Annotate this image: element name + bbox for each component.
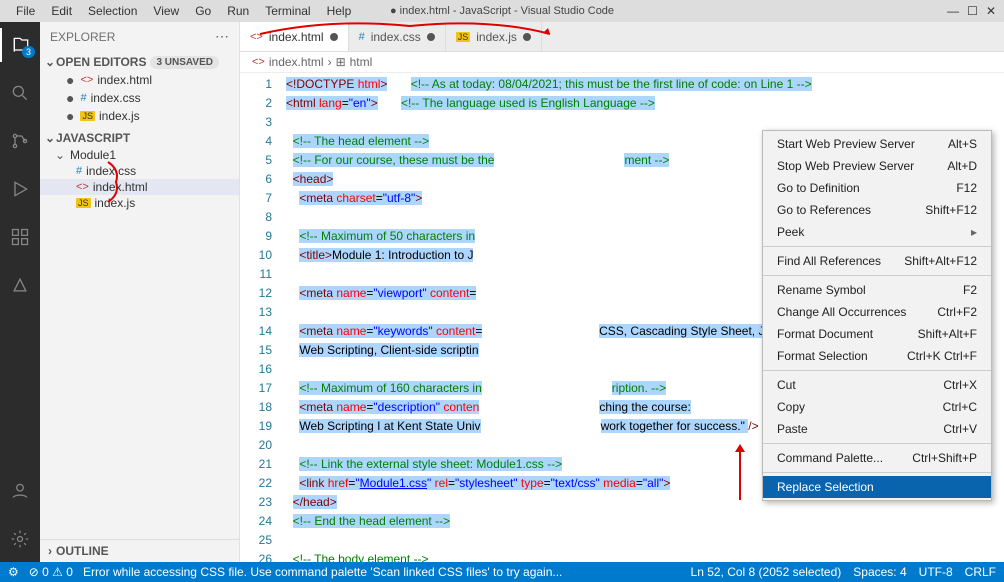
css-icon: # [80,92,86,104]
cursor-position[interactable]: Ln 52, Col 8 (2052 selected) [691,565,842,579]
menu-item[interactable]: Find All ReferencesShift+Alt+F12 [763,250,991,272]
open-editor-item[interactable]: ●<>index.html [40,71,239,89]
dirty-dot-icon [330,33,338,41]
menu-bar: FileEditSelectionViewGoRunTerminal Help [4,2,357,20]
explorer-icon[interactable]: 3 [0,28,40,62]
html-icon: <> [76,181,89,193]
css-icon: # [359,31,365,43]
window-controls: — ☐ ✕ [947,4,1000,18]
explorer-badge: 3 [22,46,35,58]
menu-item[interactable]: CutCtrl+X [763,374,991,396]
tab-index-html[interactable]: <>index.html [240,22,349,51]
menu-item[interactable]: Peek▸ [763,221,991,243]
menu-item[interactable]: Go to ReferencesShift+F12 [763,199,991,221]
window-title: ● index.html - JavaScript - Visual Studi… [390,5,614,17]
menu-run[interactable]: Run [221,2,255,20]
menu-item[interactable]: Format SelectionCtrl+K Ctrl+F [763,345,991,367]
maximize-icon[interactable]: ☐ [967,4,978,18]
menu-edit[interactable]: Edit [45,2,78,20]
status-bar: ⚙ ⊘ 0 ⚠ 0 Error while accessing CSS file… [0,562,1004,582]
menu-separator [763,443,991,444]
breadcrumb[interactable]: <> index.html › ⊞ html [240,52,1004,73]
js-icon: JS [80,111,95,121]
status-error[interactable]: Error while accessing CSS file. Use comm… [83,565,562,579]
menu-item[interactable]: Start Web Preview ServerAlt+S [763,133,991,155]
close-icon[interactable]: ✕ [986,4,996,18]
html-icon: <> [250,31,263,43]
azure-icon[interactable] [0,268,40,302]
menu-item[interactable]: Command Palette...Ctrl+Shift+P [763,447,991,469]
sidebar: EXPLORER ⋯ ⌄ OPEN EDITORS 3 UNSAVED ● <>i… [40,22,240,562]
menu-item[interactable]: Rename SymbolF2 [763,279,991,301]
html-icon: <> [252,56,265,68]
tab-index-js[interactable]: JSindex.js [446,22,542,51]
menu-separator [763,275,991,276]
menu-item[interactable]: CopyCtrl+C [763,396,991,418]
folder-header[interactable]: ⌄ JAVASCRIPT [40,129,239,147]
menu-item[interactable]: Format DocumentShift+Alt+F [763,323,991,345]
html-icon: <> [80,74,93,86]
remote-icon[interactable]: ⚙ [8,565,19,579]
menu-item[interactable]: Stop Web Preview ServerAlt+D [763,155,991,177]
context-menu: Start Web Preview ServerAlt+SStop Web Pr… [762,130,992,501]
minimize-icon[interactable]: — [947,4,959,18]
explorer-title: EXPLORER [50,30,115,44]
js-icon: JS [76,198,91,208]
menu-item[interactable]: Change All OccurrencesCtrl+F2 [763,301,991,323]
encoding-status[interactable]: UTF-8 [919,565,953,579]
chevron-down-icon: ⌄ [44,55,56,69]
js-icon: JS [456,32,471,42]
editor-area: <>index.html#index.cssJSindex.js <> inde… [240,22,1004,562]
editor-tabs: <>index.html#index.cssJSindex.js [240,22,1004,52]
menu-separator [763,246,991,247]
menu-view[interactable]: View [147,2,185,20]
dirty-dot-icon: ● [66,72,74,88]
title-bar: FileEditSelectionViewGoRunTerminal Help ●… [0,0,1004,22]
search-icon[interactable] [0,76,40,110]
dirty-dot-icon: ● [66,90,74,106]
file-item[interactable]: JSindex.js [40,195,239,211]
dirty-dot-icon [427,33,435,41]
dirty-dot-icon [523,33,531,41]
chevron-down-icon: ⌄ [54,148,66,162]
menu-separator [763,370,991,371]
settings-icon[interactable] [0,522,40,556]
extensions-icon[interactable] [0,220,40,254]
dirty-dot-icon: ● [66,108,74,124]
chevron-down-icon: ⌄ [44,131,56,145]
menu-file[interactable]: File [10,2,41,20]
more-icon[interactable]: ⋯ [215,28,229,45]
folder-module1[interactable]: ⌄ Module1 [40,147,239,163]
open-editors-header[interactable]: ⌄ OPEN EDITORS 3 UNSAVED [40,53,239,71]
open-editor-item[interactable]: ●#index.css [40,89,239,107]
outline-header[interactable]: › OUTLINE [40,542,239,560]
activity-bar: 3 [0,22,40,562]
menu-go[interactable]: Go [189,2,217,20]
sidebar-header: EXPLORER ⋯ [40,22,239,51]
open-editor-item[interactable]: ●JSindex.js [40,107,239,125]
file-item[interactable]: #index.css [40,163,239,179]
indent-status[interactable]: Spaces: 4 [853,565,906,579]
problems-status[interactable]: ⊘ 0 ⚠ 0 [29,565,73,579]
menu-item[interactable]: PasteCtrl+V [763,418,991,440]
css-icon: # [76,165,82,177]
menu-item[interactable]: Replace Selection [763,476,991,498]
run-debug-icon[interactable] [0,172,40,206]
menu-item[interactable]: Go to DefinitionF12 [763,177,991,199]
line-gutter: 1234567891011121314151617181920212223242… [240,73,282,562]
menu-separator [763,472,991,473]
element-icon: ⊞ [336,55,346,69]
tab-index-css[interactable]: #index.css [349,22,446,51]
menu-help[interactable]: Help [321,2,358,20]
account-icon[interactable] [0,474,40,508]
chevron-right-icon: › [44,544,56,558]
menu-selection[interactable]: Selection [82,2,143,20]
eol-status[interactable]: CRLF [965,565,996,579]
unsaved-badge: 3 UNSAVED [150,56,219,69]
file-item[interactable]: <>index.html [40,179,239,195]
source-control-icon[interactable] [0,124,40,158]
menu-terminal[interactable]: Terminal [259,2,316,20]
